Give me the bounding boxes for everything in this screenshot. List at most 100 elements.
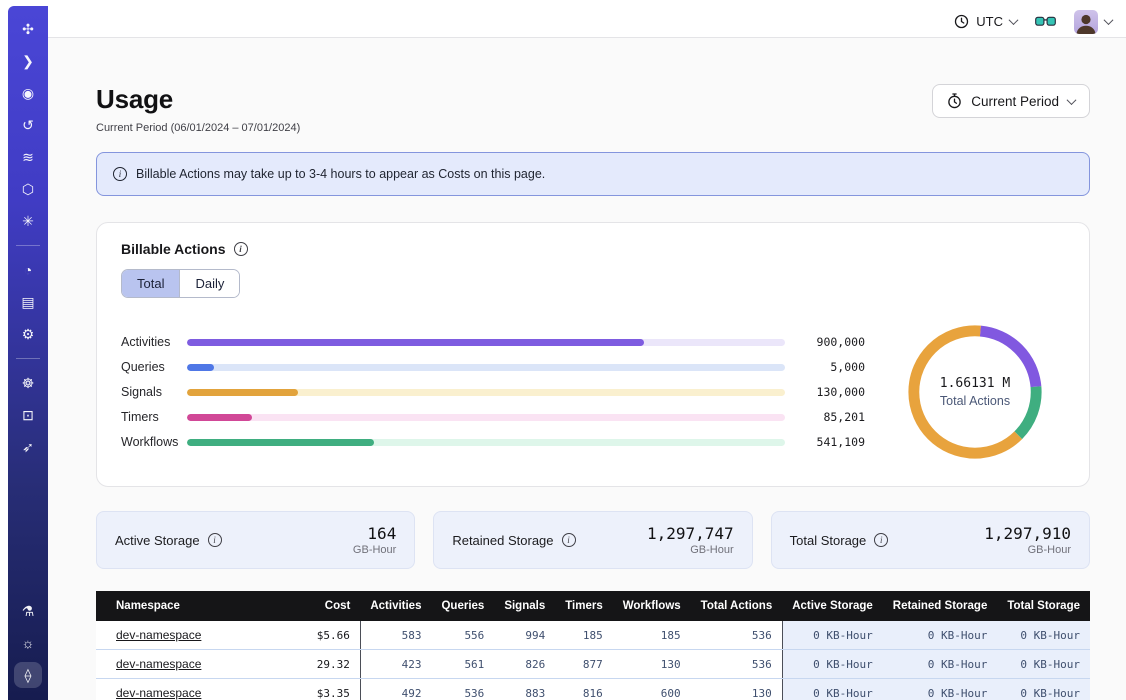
col-queries: Queries [431,591,494,621]
active-storage-cell: 0 KB-Hour [782,650,883,679]
storage-value: 1,297,747 [647,524,734,543]
col-total-actions: Total Actions [691,591,783,621]
bar-value: 130,000 [785,385,865,399]
retained-storage-cell: 0 KB-Hour [883,679,998,700]
timezone-selector[interactable]: UTC [954,14,1017,29]
avatar [1074,10,1098,34]
signals-cell: 994 [494,621,555,650]
namespace-link[interactable]: dev-namespace [116,657,201,671]
signals-cell: 826 [494,650,555,679]
total-actions-cell: 536 [691,650,783,679]
total-storage-cell: 0 KB-Hour [997,621,1090,650]
active-storage-cell: 0 KB-Hour [782,679,883,700]
topbar: UTC [48,6,1126,38]
tab-total[interactable]: Total [122,270,179,297]
bar-track [187,414,785,421]
page-header: Usage Current Period (06/01/2024 – 07/01… [96,84,1090,134]
storage-summary-row: Active Storage 164 GB-Hour Retained Stor… [96,511,1090,569]
bar-label: Queries [121,360,187,374]
active-storage-card: Active Storage 164 GB-Hour [96,511,415,569]
bar-label: Activities [121,335,187,349]
col-namespace: Namespace [96,591,279,621]
workflows-cell: 600 [613,679,691,700]
glasses-icon [1035,16,1056,27]
col-workflows: Workflows [613,591,691,621]
glasses-button[interactable] [1035,16,1056,27]
tab-daily[interactable]: Daily [179,270,239,297]
bar-track [187,339,785,346]
theme-sun-icon[interactable]: ☼ [14,630,42,656]
col-total-storage: Total Storage [997,591,1090,621]
current-period-subtitle: Current Period (06/01/2024 – 07/01/2024) [96,122,300,134]
user-menu[interactable] [1074,10,1112,34]
total-actions-cell: 536 [691,621,783,650]
bar-value: 5,000 [785,360,865,374]
billing-card-icon[interactable]: ▤ [14,289,42,315]
cube-icon[interactable]: ⬡ [14,176,42,202]
billable-actions-chart: Activities 900,000 Queries 5,000 Signals [121,318,1065,466]
layers-icon[interactable]: ≋ [14,144,42,170]
eye-icon[interactable]: ◉ [14,80,42,106]
bar-row-queries: Queries 5,000 [121,355,865,380]
stopwatch-icon [947,93,962,109]
settings-gear-icon[interactable]: ⚙ [14,321,42,347]
billable-actions-title: Billable Actions [121,241,1065,257]
bar-fill [187,364,214,371]
info-icon[interactable] [208,533,222,547]
billable-actions-tabs: Total Daily [121,269,240,298]
info-icon[interactable] [234,242,248,256]
table-row: dev-namespace $5.66 583 556 994 185 185 … [96,621,1090,650]
bar-track [187,439,785,446]
chevron-down-icon [1104,15,1114,25]
timers-cell: 877 [555,650,613,679]
collapse-chevron-icon[interactable]: ❯ [14,48,42,74]
usage-gauge-icon[interactable]: ◔ [14,257,42,283]
cost-cell: $5.66 [279,621,361,650]
info-icon [113,167,127,181]
col-timers: Timers [555,591,613,621]
queries-cell: 556 [431,621,494,650]
bar-row-activities: Activities 900,000 [121,330,865,355]
info-icon[interactable] [562,533,576,547]
credits-dollar-icon[interactable]: ⟠ [14,662,42,688]
bar-label: Timers [121,410,187,424]
namespace-link[interactable]: dev-namespace [116,628,201,642]
bar-row-workflows: Workflows 541,109 [121,430,865,455]
table-row: dev-namespace $3.35 492 536 883 816 600 … [96,679,1090,700]
active-storage-cell: 0 KB-Hour [782,621,883,650]
feedback-monitor-icon[interactable]: ⊡ [14,402,42,428]
total-storage-cell: 0 KB-Hour [997,679,1090,700]
rocket-icon[interactable]: ➶ [14,434,42,460]
sidebar-divider [16,245,40,246]
info-icon[interactable] [874,533,888,547]
queries-cell: 561 [431,650,494,679]
info-banner: Billable Actions may take up to 3-4 hour… [96,152,1090,196]
history-icon[interactable]: ↺ [14,112,42,138]
sidebar-nav: ✣ ❯ ◉ ↺ ≋ ⬡ ✳ ◔ ▤ ⚙ ☸ ⊡ ➶ ⚗ ☼ ⟠ [8,6,48,700]
asterisk-icon[interactable]: ✳ [14,208,42,234]
chevron-down-icon [1067,95,1077,105]
namespace-usage-table: Namespace Cost Activities Queries Signal… [96,591,1090,700]
storage-unit: GB-Hour [353,544,396,556]
bar-row-signals: Signals 130,000 [121,380,865,405]
activities-cell: 492 [360,679,431,700]
storage-unit: GB-Hour [647,544,734,556]
sidebar-divider [16,358,40,359]
total-actions-donut: 1.66131 M Total Actions [901,318,1049,466]
table-header-row: Namespace Cost Activities Queries Signal… [96,591,1090,621]
period-selector-button[interactable]: Current Period [932,84,1090,118]
bar-fill [187,339,644,346]
col-activities: Activities [360,591,431,621]
col-active-storage: Active Storage [782,591,883,621]
temporal-logo-icon[interactable]: ✣ [14,16,42,42]
support-lifebuoy-icon[interactable]: ☸ [14,370,42,396]
storage-label: Retained Storage [452,533,575,548]
labs-flask-icon[interactable]: ⚗ [14,598,42,624]
namespace-link[interactable]: dev-namespace [116,686,201,700]
bar-value: 900,000 [785,335,865,349]
donut-total-value: 1.66131 M [940,376,1010,391]
screen: ✣❯◉↺≋⬡✳◔▤⚙☸⊡➶⚗☼⟠ UTC Usage [0,0,1126,700]
queries-cell: 536 [431,679,494,700]
retained-storage-cell: 0 KB-Hour [883,621,998,650]
donut-center: 1.66131 M Total Actions [901,318,1049,466]
